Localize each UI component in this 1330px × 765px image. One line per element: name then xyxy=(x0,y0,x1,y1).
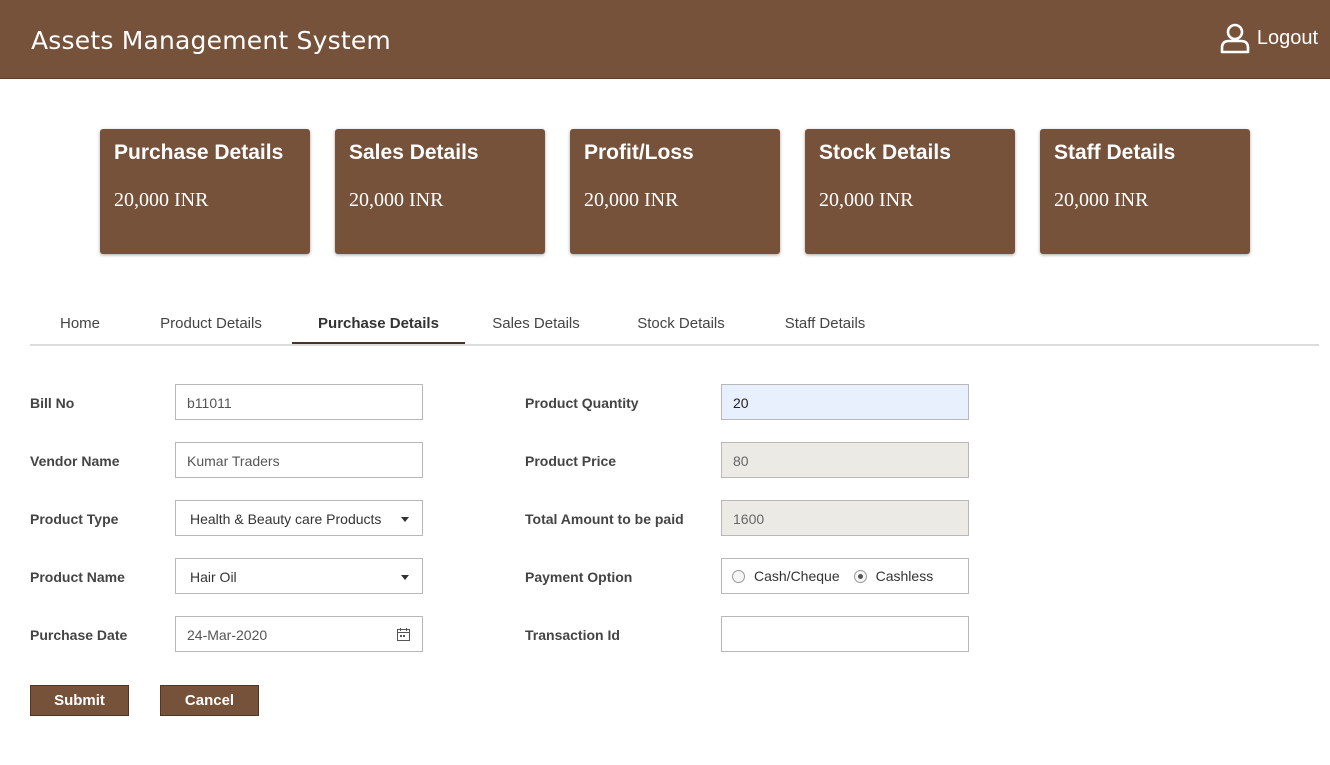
product-quantity-input[interactable]: 20 xyxy=(721,384,969,420)
vendor-name-input[interactable]: Kumar Traders xyxy=(175,442,423,478)
payment-option-group: Cash/Cheque Cashless xyxy=(721,558,969,594)
product-name-label: Product Name xyxy=(30,569,125,585)
product-name-value: Hair Oil xyxy=(190,569,237,585)
tab-bar: Home Product Details Purchase Details Sa… xyxy=(30,302,1319,346)
purchase-date-value: 24-Mar-2020 xyxy=(187,627,268,643)
calendar-icon[interactable] xyxy=(397,628,410,641)
submit-button[interactable]: Submit xyxy=(30,685,129,716)
product-price-input[interactable]: 80 xyxy=(721,442,969,478)
tab-purchase-details[interactable]: Purchase Details xyxy=(292,302,465,344)
card-title: Sales Details xyxy=(349,141,479,164)
card-title: Stock Details xyxy=(819,141,951,164)
logout-label: Logout xyxy=(1256,26,1318,49)
card-profit-loss[interactable]: Profit/Loss 20,000 INR xyxy=(570,129,780,254)
total-amount-input[interactable]: 1600 xyxy=(721,500,969,536)
purchase-date-input[interactable]: 24-Mar-2020 xyxy=(175,616,423,652)
tab-product-details[interactable]: Product Details xyxy=(145,302,277,342)
card-value: 20,000 INR xyxy=(584,189,679,211)
user-icon xyxy=(1220,23,1250,54)
app-header: Assets Management System Logout xyxy=(0,0,1330,79)
product-type-value: Health & Beauty care Products xyxy=(190,511,382,527)
cashless-radio[interactable] xyxy=(853,569,867,583)
card-title: Staff Details xyxy=(1054,141,1176,164)
product-price-label: Product Price xyxy=(525,453,617,469)
product-type-select[interactable]: Health & Beauty care Products xyxy=(175,500,423,536)
cash-cheque-label[interactable]: Cash/Cheque xyxy=(754,558,840,594)
card-title: Profit/Loss xyxy=(584,141,694,164)
cashless-label[interactable]: Cashless xyxy=(876,558,934,594)
cancel-button[interactable]: Cancel xyxy=(160,685,259,716)
chevron-down-icon xyxy=(401,575,409,580)
app-title: Assets Management System xyxy=(31,26,391,55)
card-value: 20,000 INR xyxy=(819,189,914,211)
card-value: 20,000 INR xyxy=(114,189,209,211)
card-title: Purchase Details xyxy=(114,141,284,164)
product-quantity-label: Product Quantity xyxy=(525,395,639,411)
logout-button[interactable]: Logout xyxy=(1219,22,1318,54)
tab-home[interactable]: Home xyxy=(30,302,130,342)
card-stock-details[interactable]: Stock Details 20,000 INR xyxy=(805,129,1015,254)
card-value: 20,000 INR xyxy=(349,189,444,211)
tab-sales-details[interactable]: Sales Details xyxy=(480,302,592,342)
product-name-select[interactable]: Hair Oil xyxy=(175,558,423,594)
payment-option-label: Payment Option xyxy=(525,569,633,585)
chevron-down-icon xyxy=(401,517,409,522)
cash-cheque-radio[interactable] xyxy=(732,569,745,583)
tab-stock-details[interactable]: Stock Details xyxy=(624,302,738,342)
transaction-id-input[interactable] xyxy=(721,616,969,652)
vendor-name-label: Vendor Name xyxy=(30,453,120,469)
card-purchase-details[interactable]: Purchase Details 20,000 INR xyxy=(100,129,310,254)
transaction-id-label: Transaction Id xyxy=(525,627,620,643)
tab-staff-details[interactable]: Staff Details xyxy=(770,302,880,342)
total-amount-label: Total Amount to be paid xyxy=(525,511,684,527)
card-staff-details[interactable]: Staff Details 20,000 INR xyxy=(1040,129,1250,254)
product-type-label: Product Type xyxy=(30,511,119,527)
card-value: 20,000 INR xyxy=(1054,189,1149,211)
purchase-date-label: Purchase Date xyxy=(30,627,128,643)
card-sales-details[interactable]: Sales Details 20,000 INR xyxy=(335,129,545,254)
bill-no-label: Bill No xyxy=(30,395,75,411)
bill-no-input[interactable]: b11011 xyxy=(175,384,423,420)
